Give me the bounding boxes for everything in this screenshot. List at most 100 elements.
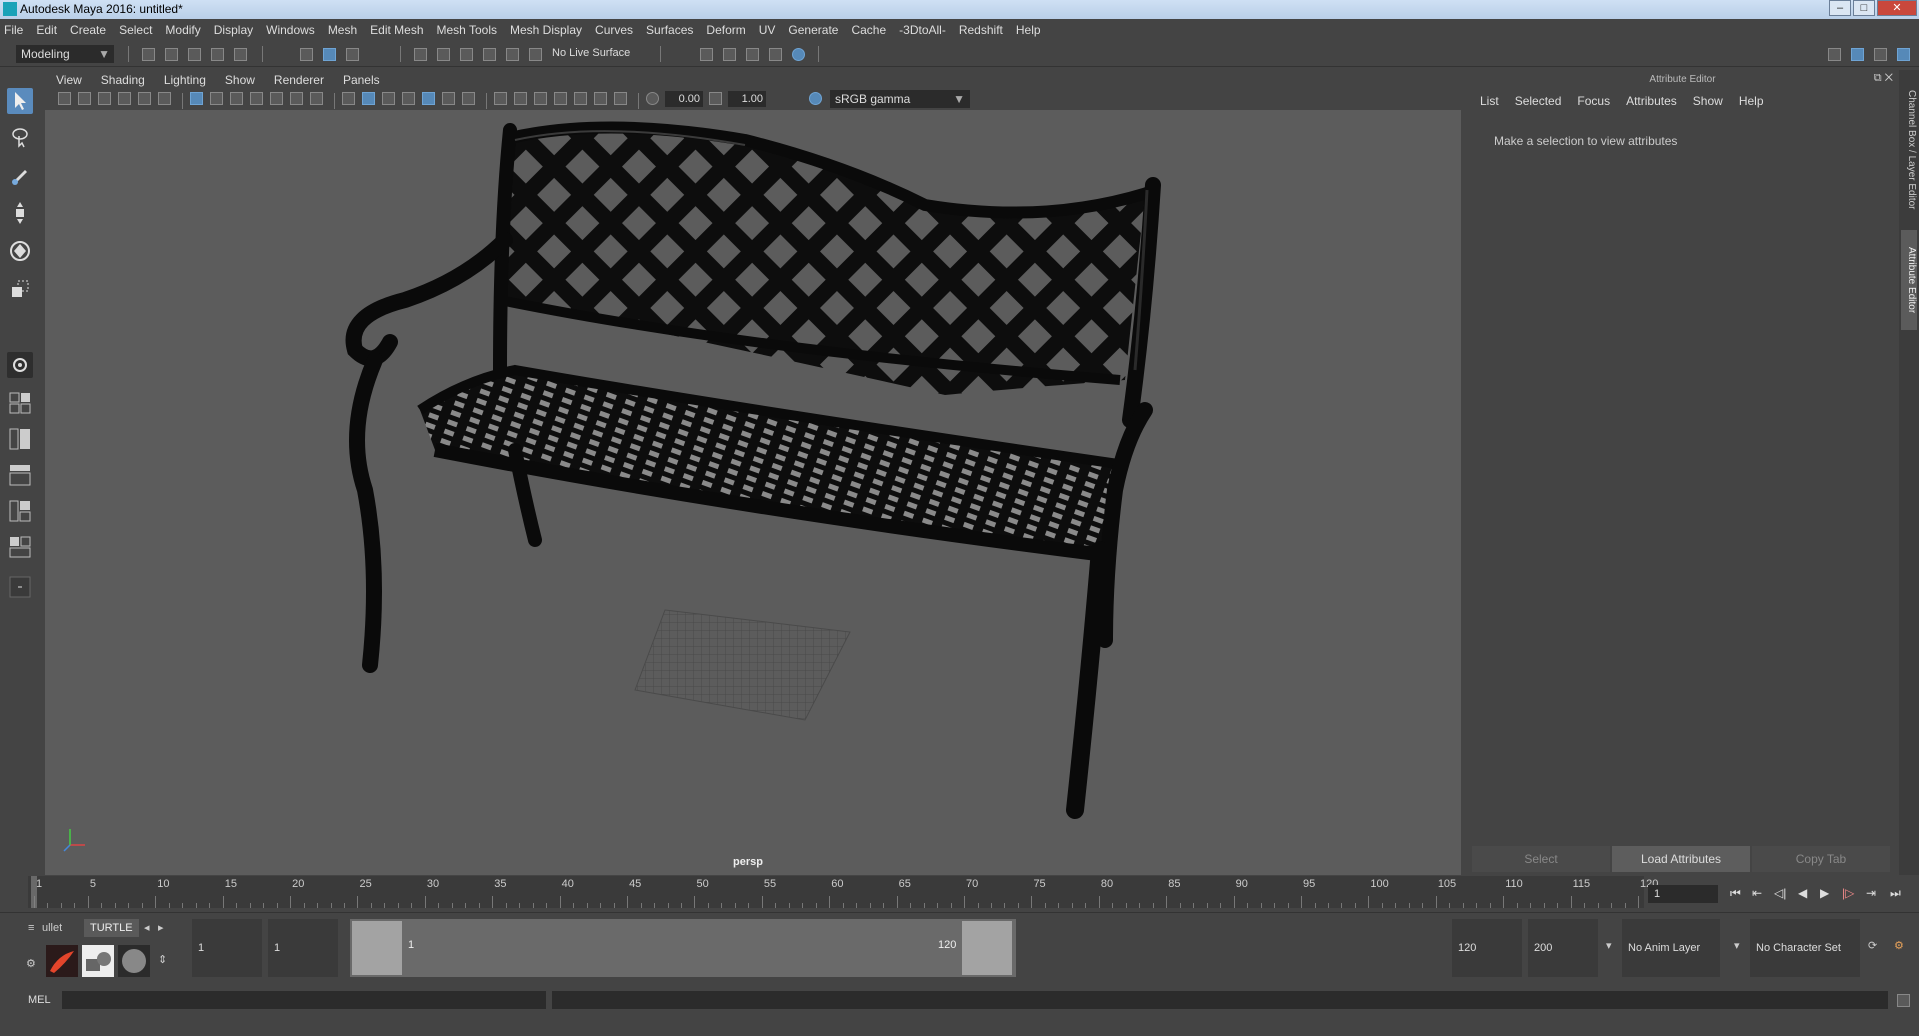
auto-key-icon[interactable]: ⟳ [1862,937,1883,955]
menu-generate[interactable]: Generate [788,23,838,37]
exposure-icon[interactable] [646,92,659,105]
animation-start-field[interactable]: 1 [192,919,262,977]
time-ruler[interactable]: 1 5 10 15 20 25 30 35 40 45 50 55 60 65 70 75 80 85 90 95 10… [28,876,1658,908]
wireframe-icon[interactable] [342,92,355,105]
menu-uv[interactable]: UV [759,23,776,37]
range-slider[interactable]: 1 120 [350,919,1016,977]
load-attributes-button[interactable]: Load Attributes [1612,846,1750,872]
rotate-tool[interactable] [7,238,33,264]
step-back-key-icon[interactable]: ⇤ [1752,886,1762,900]
motion-blur-icon[interactable] [494,92,507,105]
make-live-icon[interactable] [506,48,519,61]
exposure-field[interactable]: 0.00 [665,91,703,107]
attr-menu-show[interactable]: Show [1693,94,1723,108]
grease-pencil-icon[interactable] [158,92,171,105]
current-frame-field[interactable]: 1 [1648,885,1718,903]
menu-mesh-display[interactable]: Mesh Display [510,23,582,37]
menu-mesh[interactable]: Mesh [328,23,357,37]
new-scene-icon[interactable] [142,48,155,61]
menu-redshift[interactable]: Redshift [959,23,1003,37]
field-chart-icon[interactable] [270,92,283,105]
step-forward-key-icon[interactable]: ⇥ [1866,886,1876,900]
grid-toggle-icon[interactable] [190,92,203,105]
snap-curve-icon[interactable] [437,48,450,61]
shelf-scroll-icon[interactable]: ⇕ [152,951,173,969]
redo-icon[interactable] [234,48,247,61]
menu-create[interactable]: Create [70,23,106,37]
playback-end-field[interactable]: 120 [1452,919,1522,977]
attribute-editor-toggle-icon[interactable] [1851,48,1864,61]
select-by-object-icon[interactable] [323,48,336,61]
close-button[interactable]: ✕ [1877,0,1917,16]
menu-file[interactable]: File [4,23,23,37]
character-set-dropdown[interactable]: No Character Set [1750,919,1860,977]
viewport-canvas[interactable] [45,110,1461,875]
tool-settings-icon[interactable] [1874,48,1887,61]
go-to-end-icon[interactable]: ⏭ [1890,886,1901,901]
move-tool[interactable] [7,200,33,226]
snap-point-icon[interactable] [460,48,473,61]
use-all-lights-icon[interactable] [422,92,435,105]
camera-attributes-icon[interactable] [78,92,91,105]
render-settings-icon[interactable] [769,48,782,61]
menu-modify[interactable]: Modify [165,23,200,37]
menu-display[interactable]: Display [214,23,253,37]
menu-cache[interactable]: Cache [851,23,886,37]
safe-title-icon[interactable] [310,92,323,105]
layout-single-pane-icon[interactable] [7,390,33,416]
gate-mask-icon[interactable] [250,92,263,105]
select-button[interactable]: Select [1472,846,1610,872]
attr-menu-attributes[interactable]: Attributes [1626,94,1677,108]
layout-persp-graph-icon[interactable] [7,498,33,524]
depth-of-field-icon[interactable] [534,92,547,105]
step-back-frame-icon[interactable]: ◁| [1774,886,1786,900]
viewport-menu-renderer[interactable]: Renderer [274,73,324,87]
isolate-select-icon[interactable] [554,92,567,105]
xray-joints-icon[interactable] [594,92,607,105]
snap-view-plane-icon[interactable] [483,48,496,61]
snap-surface-icon[interactable] [529,48,542,61]
shelf-tab-bullet[interactable]: ullet [36,919,68,937]
menu-edit-mesh[interactable]: Edit Mesh [370,23,423,37]
lasso-tool[interactable] [7,124,33,150]
command-input[interactable] [62,991,546,1009]
snap-grid-icon[interactable] [414,48,427,61]
film-gate-icon[interactable] [210,92,223,105]
channel-box-tab[interactable]: Channel Box / Layer Editor [1901,80,1917,220]
paint-select-tool[interactable] [7,162,33,188]
attr-menu-list[interactable]: List [1480,94,1499,108]
layout-two-panes-icon[interactable] [7,426,33,452]
go-to-start-icon[interactable]: ⏮ [1730,886,1741,901]
viewport-menu-lighting[interactable]: Lighting [164,73,206,87]
shelf-settings-gear-icon[interactable]: ⚙ [20,955,42,973]
modeling-toolkit-icon[interactable] [1828,48,1841,61]
scale-tool[interactable] [7,276,33,302]
smooth-shade-icon[interactable] [362,92,375,105]
playback-start-field[interactable]: 1 [268,919,338,977]
color-space-dropdown[interactable]: sRGB gamma ▼ [830,90,970,108]
layout-hypershade-icon[interactable] [7,534,33,560]
ambient-occlusion-icon[interactable] [462,92,475,105]
play-forwards-icon[interactable]: ▶ [1820,886,1829,900]
current-time-marker[interactable] [31,876,37,908]
collapse-toolbox-icon[interactable] [7,574,33,600]
safe-action-icon[interactable] [290,92,303,105]
anti-aliasing-icon[interactable] [514,92,527,105]
play-backwards-icon[interactable]: ◀ [1798,886,1807,900]
maximize-button[interactable]: □ [1853,0,1875,16]
copy-tab-button[interactable]: Copy Tab [1752,846,1890,872]
mode-selector[interactable]: Modeling ▼ [16,45,114,63]
minimize-button[interactable]: – [1829,0,1851,16]
attr-menu-help[interactable]: Help [1739,94,1764,108]
last-tool-used[interactable] [7,352,33,378]
undo-icon[interactable] [211,48,224,61]
viewport-menu-show[interactable]: Show [225,73,255,87]
channel-box-toggle-icon[interactable] [1897,48,1910,61]
color-management-icon[interactable] [809,92,822,105]
image-plane-icon[interactable] [118,92,131,105]
xray-components-icon[interactable] [614,92,627,105]
shelf-tab-turtle[interactable]: TURTLE [84,919,139,937]
render-view-icon[interactable] [700,48,713,61]
range-end-handle[interactable] [962,921,1012,975]
shelf-scroll-right-icon[interactable]: ▸ [152,919,170,937]
